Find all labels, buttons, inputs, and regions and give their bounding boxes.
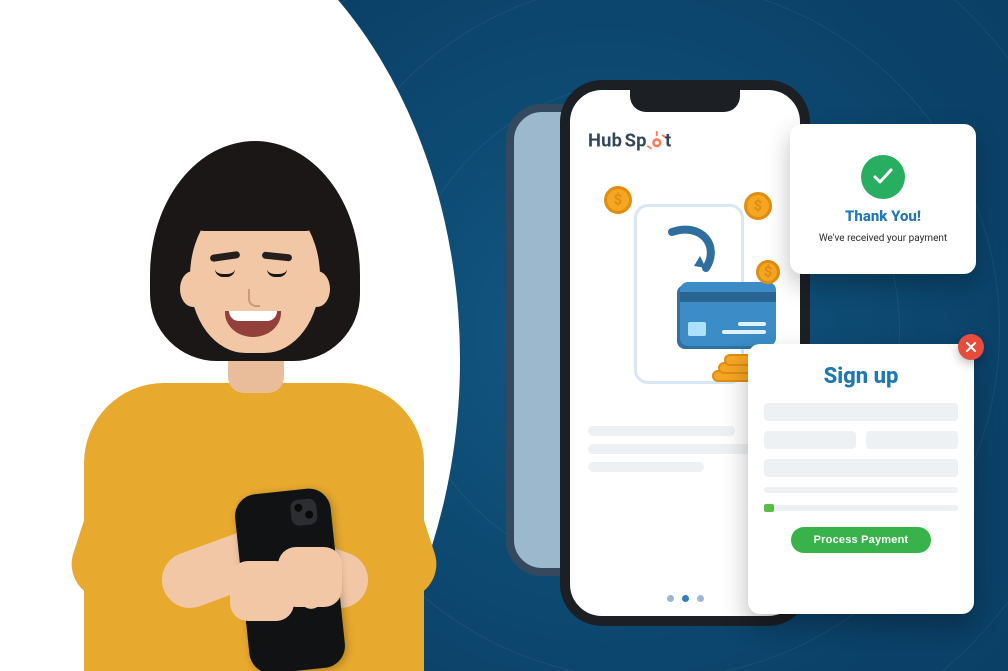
logo-text-right: t bbox=[665, 130, 671, 151]
signup-field[interactable] bbox=[764, 459, 958, 477]
person-illustration bbox=[40, 111, 460, 671]
success-check-icon bbox=[861, 155, 905, 199]
sprocket-icon bbox=[647, 131, 667, 150]
signup-caption bbox=[764, 487, 958, 493]
hubspot-logo: Hub Sp t bbox=[588, 126, 698, 154]
teeth bbox=[229, 311, 277, 321]
camera-cluster-icon bbox=[290, 498, 319, 527]
signup-field[interactable] bbox=[764, 431, 856, 449]
signup-field[interactable] bbox=[764, 403, 958, 421]
coin-icon: $ bbox=[756, 260, 780, 284]
thank-you-title: Thank You! bbox=[845, 207, 921, 225]
thumb bbox=[264, 574, 289, 621]
signup-title: Sign up bbox=[764, 364, 958, 389]
nose bbox=[248, 289, 260, 307]
close-button[interactable] bbox=[958, 334, 984, 360]
carousel-dot[interactable] bbox=[682, 595, 689, 602]
hair-fringe bbox=[190, 181, 320, 231]
close-icon bbox=[965, 341, 977, 353]
coin-icon: $ bbox=[744, 192, 772, 220]
thank-you-card: Thank You! We've received your payment bbox=[790, 124, 976, 274]
logo-text-mid: Sp bbox=[625, 130, 647, 151]
carousel-dot[interactable] bbox=[697, 595, 704, 602]
coin-icon: $ bbox=[604, 186, 632, 214]
signup-field[interactable] bbox=[866, 431, 958, 449]
carousel-dot[interactable] bbox=[667, 595, 674, 602]
process-payment-button[interactable]: Process Payment bbox=[791, 527, 931, 553]
hero-stage: Hub Sp t bbox=[0, 0, 1008, 671]
signup-progress bbox=[764, 505, 958, 511]
signup-card: Sign up Process Payment bbox=[748, 344, 974, 614]
thank-you-subtitle: We've received your payment bbox=[819, 233, 947, 244]
logo-text-left: Hub bbox=[588, 130, 622, 151]
mockup-group: Hub Sp t bbox=[500, 80, 980, 640]
credit-card-icon bbox=[680, 282, 776, 346]
deposit-arrow-icon bbox=[662, 222, 724, 284]
